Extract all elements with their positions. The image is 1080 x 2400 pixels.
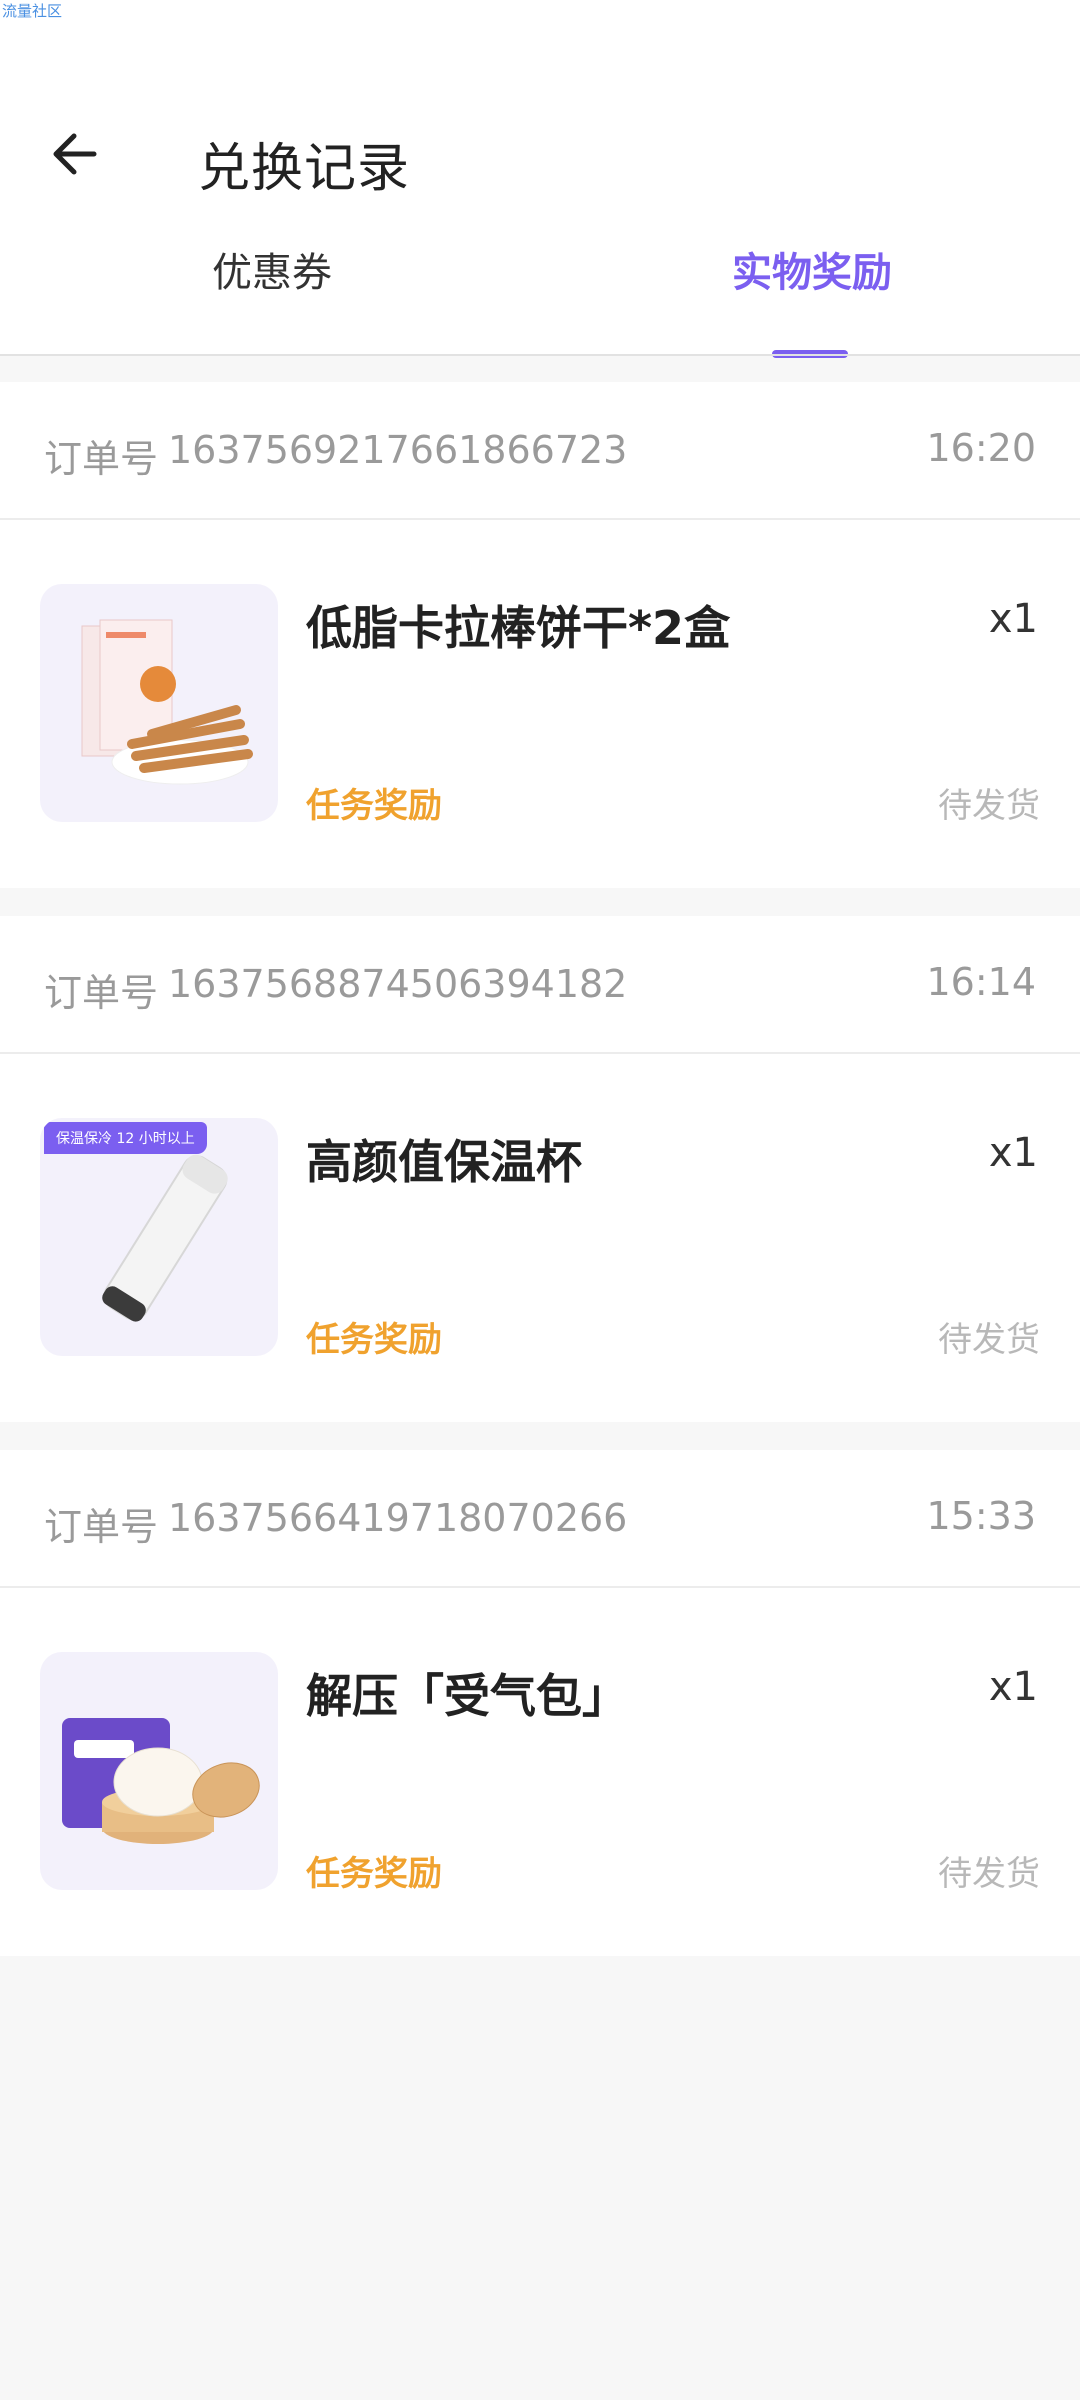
item-name: 解压「受气包」 (306, 1669, 628, 1723)
reward-type: 任务奖励 (306, 1854, 442, 1894)
page-title: 兑换记录 (198, 139, 411, 199)
tab-physical-reward[interactable]: 实物奖励 (732, 240, 892, 298)
reward-type: 任务奖励 (306, 1320, 442, 1360)
item-name: 低脂卡拉棒饼干*2盒 (306, 601, 731, 655)
squishy-bun-image (62, 1718, 260, 1844)
top-bar: 流量社区 兑换记录 优惠券 实物奖励 (0, 0, 1080, 358)
product-badge: 保温保冷 12 小时以上 (44, 1122, 207, 1154)
product-image (40, 584, 278, 822)
product-image: 保温保冷 12 小时以上 (40, 1118, 278, 1356)
watermark-text: 流量社区 (2, 2, 63, 20)
reward-type: 任务奖励 (306, 786, 442, 826)
item-name: 高颜值保温杯 (306, 1135, 582, 1189)
back-arrow-icon (53, 133, 97, 175)
order-card[interactable]: 订单号 1637568874506394182 16:14 保温保冷 12 小时… (0, 916, 1080, 1422)
order-card[interactable]: 订单号 1637569217661866723 16:20 低脂卡拉棒饼干*2盒… (0, 382, 1080, 888)
order-header: 订单号 1637569217661866723 16:20 (0, 382, 1080, 520)
order-time: 16:14 (926, 960, 1036, 1004)
order-number-label: 订单号 (44, 1505, 159, 1549)
order-status: 待发货 (938, 1320, 1040, 1360)
product-image (40, 1652, 278, 1890)
order-status: 待发货 (938, 786, 1040, 826)
item-quantity: x1 (988, 1130, 1038, 1176)
order-number: 1637569217661866723 (168, 428, 628, 472)
order-header: 订单号 1637568874506394182 16:14 (0, 916, 1080, 1054)
order-number: 1637568874506394182 (168, 962, 628, 1006)
order-status: 待发货 (938, 1854, 1040, 1894)
item-quantity: x1 (988, 596, 1038, 642)
order-time: 15:33 (926, 1494, 1036, 1538)
order-time: 16:20 (926, 426, 1036, 470)
biscuit-image (81, 619, 253, 785)
tabs-divider (0, 354, 1080, 356)
order-number: 1637566419718070266 (168, 1496, 628, 1540)
back-button[interactable] (40, 118, 112, 190)
order-card[interactable]: 订单号 1637566419718070266 15:33 解压「受气包」 x1… (0, 1450, 1080, 1956)
tab-coupon[interactable]: 优惠券 (212, 240, 332, 298)
item-quantity: x1 (988, 1664, 1038, 1710)
order-number-label: 订单号 (44, 437, 159, 481)
order-header: 订单号 1637566419718070266 15:33 (0, 1450, 1080, 1588)
order-number-label: 订单号 (44, 971, 159, 1015)
